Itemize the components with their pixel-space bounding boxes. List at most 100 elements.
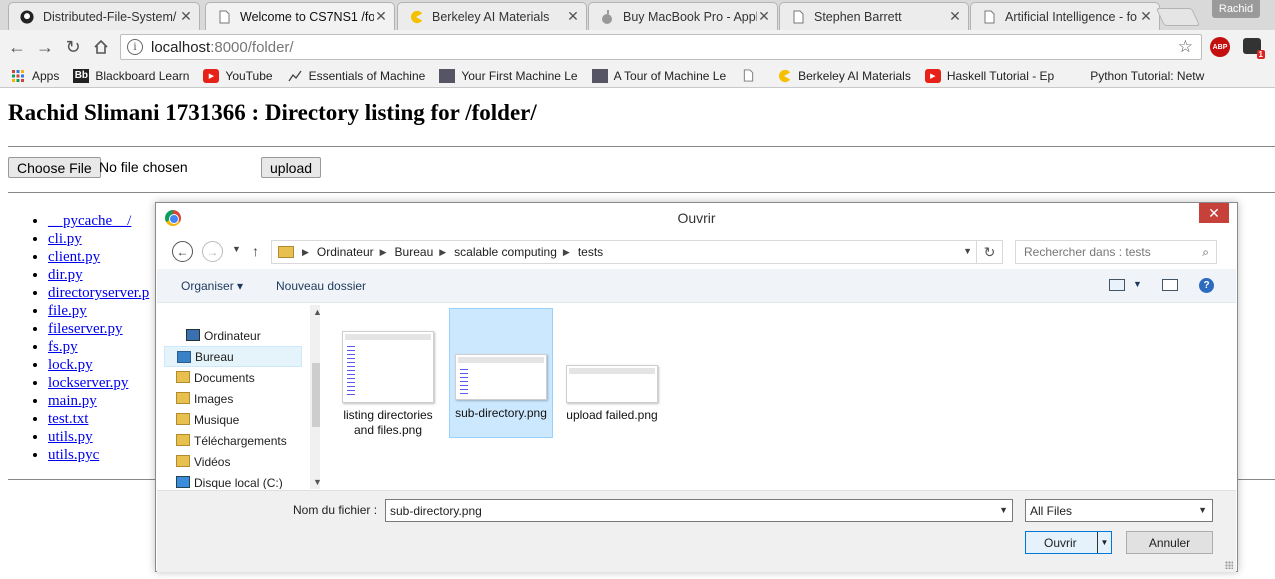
cancel-button[interactable]: Annuler: [1126, 531, 1213, 554]
file-link[interactable]: main.py: [48, 393, 97, 409]
filename-field[interactable]: sub-directory.png ▼: [385, 499, 1013, 522]
tab-apple[interactable]: Buy MacBook Pro - Appl ✕: [588, 2, 778, 30]
breadcrumb-item[interactable]: tests: [578, 245, 603, 259]
bookmark-youtube[interactable]: ▶ YouTube: [203, 68, 273, 83]
nav-item-disque-local[interactable]: Disque local (C:): [164, 472, 302, 489]
close-tab-icon[interactable]: ✕: [566, 8, 580, 25]
preview-pane-icon[interactable]: [1162, 279, 1178, 291]
close-tab-icon[interactable]: ✕: [948, 8, 962, 25]
file-link[interactable]: __pycache__/: [48, 213, 131, 229]
file-link[interactable]: dir.py: [48, 267, 83, 283]
refresh-icon[interactable]: ↻: [977, 240, 1003, 264]
nav-scrollbar[interactable]: ▲ ▼: [310, 305, 320, 489]
nav-item-videos[interactable]: Vidéos: [164, 451, 302, 472]
breadcrumb-item[interactable]: scalable computing: [454, 245, 557, 259]
bookmark-berkeley[interactable]: Berkeley AI Materials: [776, 69, 911, 83]
nav-item-telechargements[interactable]: Téléchargements: [164, 430, 302, 451]
organize-button[interactable]: Organiser ▾: [181, 279, 243, 293]
file-link[interactable]: fileserver.py: [48, 321, 123, 337]
tab-github[interactable]: Distributed-File-System/ ✕: [8, 2, 200, 30]
breadcrumb-item[interactable]: Ordinateur: [317, 245, 374, 259]
file-link[interactable]: lockserver.py: [48, 375, 128, 391]
file-link[interactable]: utils.pyc: [48, 447, 99, 463]
close-tab-icon[interactable]: ✕: [757, 8, 771, 25]
bookmark-apps[interactable]: Apps: [10, 69, 59, 83]
list-item: directoryserver.p: [48, 284, 149, 302]
forward-arrow-icon[interactable]: →: [34, 36, 56, 58]
resize-grip[interactable]: [1225, 561, 1233, 569]
file-item-selected[interactable]: sub-directory.png: [449, 308, 553, 438]
up-arrow-icon[interactable]: ↑: [252, 243, 259, 259]
file-item[interactable]: upload failed.png: [560, 307, 664, 437]
chevron-right-icon[interactable]: ▶: [302, 247, 309, 258]
address-bar[interactable]: i localhost:8000/folder/ ☆: [120, 34, 1202, 60]
chevron-right-icon[interactable]: ▶: [563, 247, 570, 258]
tab-title: Distributed-File-System/: [43, 9, 177, 24]
bookmark-haskell[interactable]: ▶ Haskell Tutorial - Ep: [924, 68, 1054, 83]
close-tab-icon[interactable]: ✕: [1139, 8, 1153, 25]
chevron-down-icon[interactable]: ▼: [999, 505, 1008, 515]
bookmark-first-machine[interactable]: Your First Machine Le: [439, 68, 578, 83]
file-link[interactable]: test.txt: [48, 411, 88, 427]
tab-berkeley[interactable]: Berkeley AI Materials ✕: [397, 2, 587, 30]
file-link[interactable]: cli.py: [48, 231, 82, 247]
breadcrumb-item[interactable]: Bureau: [395, 245, 434, 259]
nav-item-ordinateur[interactable]: Ordinateur: [164, 325, 302, 346]
adblock-plus-icon[interactable]: ABP: [1210, 37, 1230, 57]
file-type-value: All Files: [1030, 503, 1073, 518]
choose-file-button[interactable]: Choose File: [8, 157, 101, 178]
new-tab-button[interactable]: [1155, 8, 1201, 26]
bookmark-star-icon[interactable]: ☆: [1178, 37, 1193, 57]
close-tab-icon[interactable]: ✕: [374, 8, 388, 25]
chevron-right-icon[interactable]: ▶: [439, 247, 446, 258]
file-link[interactable]: utils.py: [48, 429, 93, 445]
home-icon[interactable]: [90, 36, 112, 58]
file-link[interactable]: client.py: [48, 249, 100, 265]
bookmark-blackboard[interactable]: Bb Blackboard Learn: [73, 68, 189, 83]
chevron-down-icon[interactable]: ▼: [1198, 505, 1207, 515]
chevron-down-icon[interactable]: ▼: [313, 477, 320, 487]
back-arrow-icon[interactable]: ←: [172, 241, 193, 262]
nav-item-musique[interactable]: Musique: [164, 409, 302, 430]
file-item[interactable]: listing directories and files.png: [336, 307, 440, 437]
file-link[interactable]: file.py: [48, 303, 87, 319]
close-icon[interactable]: ✕: [1199, 203, 1229, 223]
chevron-down-icon[interactable]: ▼: [1097, 532, 1111, 553]
upload-button[interactable]: upload: [261, 157, 322, 178]
new-folder-button[interactable]: Nouveau dossier: [276, 279, 366, 293]
file-type-select[interactable]: All Files ▼: [1025, 499, 1213, 522]
bookmark-page[interactable]: [740, 69, 762, 83]
info-icon[interactable]: i: [127, 39, 143, 55]
breadcrumb[interactable]: ▶ Ordinateur ▶ Bureau ▶ scalable computi…: [271, 240, 977, 264]
chevron-down-icon[interactable]: ▼: [963, 246, 972, 256]
help-icon[interactable]: ?: [1199, 278, 1214, 293]
nav-item-images[interactable]: Images: [164, 388, 302, 409]
chevron-down-icon[interactable]: ▼: [1133, 279, 1142, 289]
forward-arrow-icon[interactable]: →: [202, 241, 223, 262]
tab-ai[interactable]: Artificial Intelligence - fo ✕: [970, 2, 1160, 30]
extension-icon[interactable]: 1: [1243, 38, 1265, 59]
images-folder-icon: [176, 392, 190, 404]
nav-item-bureau[interactable]: Bureau: [164, 346, 302, 367]
open-button[interactable]: Ouvrir ▼: [1025, 531, 1112, 554]
view-options-icon[interactable]: [1109, 279, 1125, 291]
search-input[interactable]: Rechercher dans : tests ⌕: [1015, 240, 1217, 264]
file-link[interactable]: fs.py: [48, 339, 78, 355]
bookmark-python[interactable]: Python Tutorial: Netw: [1068, 69, 1204, 83]
chevron-up-icon[interactable]: ▲: [313, 307, 320, 317]
recent-locations-chevron-icon[interactable]: ▼: [232, 244, 241, 254]
tab-stephen-barrett[interactable]: Stephen Barrett ✕: [779, 2, 969, 30]
file-link[interactable]: directoryserver.p: [48, 285, 149, 301]
scrollbar-thumb[interactable]: [312, 363, 320, 427]
tab-active[interactable]: Welcome to CS7NS1 /fol ✕: [205, 2, 395, 30]
chevron-right-icon[interactable]: ▶: [380, 247, 387, 258]
file-link[interactable]: lock.py: [48, 357, 93, 373]
profile-button[interactable]: Rachid: [1212, 0, 1260, 18]
bookmark-tour-machine[interactable]: A Tour of Machine Le: [591, 68, 726, 83]
nav-item-documents[interactable]: Documents: [164, 367, 302, 388]
back-arrow-icon[interactable]: ←: [6, 36, 28, 58]
list-item: client.py: [48, 248, 149, 266]
bookmark-essentials[interactable]: Essentials of Machine: [287, 69, 425, 83]
close-tab-icon[interactable]: ✕: [179, 8, 193, 25]
reload-icon[interactable]: ↻: [62, 36, 84, 58]
